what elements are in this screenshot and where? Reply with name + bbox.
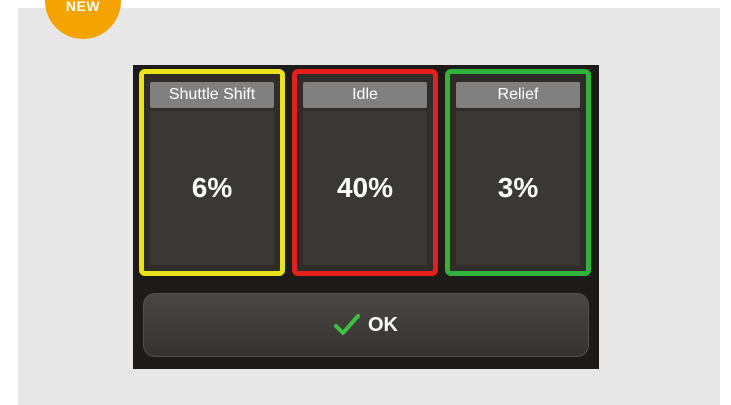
card-idle[interactable]: Idle 40%	[292, 69, 438, 276]
card-label: Relief	[456, 82, 580, 108]
card-value: 6%	[191, 172, 233, 203]
ok-label: OK	[368, 313, 398, 336]
ok-button[interactable]: OK	[143, 293, 589, 357]
page: NEW Shuttle Shift 6% Idle 40% Relief 3% …	[0, 0, 731, 405]
card-value: 3%	[497, 172, 539, 203]
card-body: 3%	[456, 111, 580, 265]
card-shuttle-shift[interactable]: Shuttle Shift 6%	[139, 69, 285, 276]
check-icon	[334, 314, 360, 335]
device-screen: Shuttle Shift 6% Idle 40% Relief 3% OK	[133, 65, 599, 369]
card-value: 40%	[336, 172, 394, 203]
card-label: Shuttle Shift	[150, 82, 274, 108]
card-label: Idle	[303, 82, 427, 108]
card-body: 6%	[150, 111, 274, 265]
card-body: 40%	[303, 111, 427, 265]
card-relief[interactable]: Relief 3%	[445, 69, 591, 276]
new-badge-label: NEW	[65, 0, 101, 14]
